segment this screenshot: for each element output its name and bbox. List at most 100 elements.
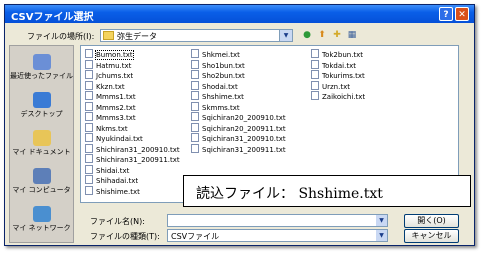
- file-name: Sqichiran31_200910.txt: [202, 135, 286, 143]
- file-item[interactable]: Tokdai.txt: [311, 59, 356, 70]
- place-desktop[interactable]: デスクトップ: [10, 92, 73, 119]
- file-item[interactable]: Mmms2.txt: [85, 101, 136, 112]
- text-file-icon: [85, 164, 93, 174]
- file-item[interactable]: Shodai.txt: [191, 80, 238, 91]
- file-item[interactable]: Kkzn.txt: [85, 80, 125, 91]
- help-button[interactable]: ?: [439, 7, 453, 21]
- file-item[interactable]: Nkms.txt: [85, 122, 128, 133]
- chevron-down-icon[interactable]: ▼: [376, 215, 387, 226]
- text-file-icon: [311, 80, 319, 90]
- file-item[interactable]: Tokurims.txt: [311, 70, 365, 80]
- file-name: Sho1bun.txt: [202, 61, 245, 70]
- file-item[interactable]: Shkmei.txt: [191, 49, 240, 59]
- file-name: Tokdai.txt: [322, 61, 356, 70]
- place-recent[interactable]: 最近使ったファイル: [10, 54, 73, 81]
- close-button[interactable]: ✕: [455, 7, 469, 21]
- file-name: Urzn.txt: [322, 82, 350, 91]
- file-name: Sqichiran20_200911.txt: [202, 124, 286, 133]
- text-file-icon: [191, 122, 199, 132]
- filetype-select[interactable]: CSVファイル ▼: [167, 229, 388, 242]
- file-item[interactable]: Sqichiran31_200911.txt: [191, 143, 286, 154]
- text-file-icon: [85, 133, 93, 142]
- file-name: Skmms.txt: [202, 103, 240, 112]
- file-item[interactable]: Sho1bun.txt: [191, 59, 245, 70]
- cancel-button[interactable]: キャンセル: [404, 229, 459, 243]
- file-name: Shichiran31_200910.txt: [96, 145, 180, 154]
- file-item[interactable]: Urzn.txt: [311, 80, 350, 91]
- text-file-icon: [191, 133, 199, 142]
- text-file-icon: [311, 91, 319, 100]
- file-item[interactable]: Nyukindai.txt: [85, 133, 143, 143]
- text-file-icon: [191, 91, 199, 100]
- file-name: Mmms3.txt: [96, 114, 136, 122]
- file-name: Shishime.txt: [96, 187, 140, 196]
- text-file-icon: [191, 80, 199, 90]
- back-icon[interactable]: ●: [301, 29, 313, 41]
- text-file-icon: [85, 175, 93, 184]
- up-folder-icon[interactable]: ⬆: [316, 29, 328, 41]
- file-name: Shshime.txt: [202, 93, 244, 101]
- place-my-documents[interactable]: マイ ドキュメント: [10, 130, 73, 157]
- place-label: マイ コンピュータ: [12, 186, 71, 194]
- file-item[interactable]: Bumon.txt: [85, 49, 134, 60]
- file-item[interactable]: Shihadai.txt: [85, 175, 139, 185]
- file-item[interactable]: Shshime.txt: [191, 91, 244, 101]
- place-label: マイ ドキュメント: [12, 148, 71, 156]
- file-item[interactable]: Mmms1.txt: [85, 91, 136, 101]
- chevron-down-icon[interactable]: ▼: [279, 30, 292, 41]
- place-my-network[interactable]: マイ ネットワーク: [10, 206, 73, 233]
- file-item[interactable]: Zaikoichi.txt: [311, 91, 366, 101]
- file-name: Bumon.txt: [95, 50, 134, 60]
- text-file-icon: [85, 80, 93, 90]
- file-item[interactable]: Hatmu.txt: [85, 59, 131, 70]
- file-name: Shihadai.txt: [96, 177, 139, 185]
- text-file-icon: [191, 112, 199, 121]
- csv-file-dialog: CSVファイル選択 ? ✕ ファイルの場所(I): 弥生データ ▼ ● ⬆ ✚ …: [4, 4, 475, 246]
- file-item[interactable]: Sqichiran20_200910.txt: [191, 112, 286, 122]
- text-file-icon: [85, 112, 93, 121]
- title-bar[interactable]: CSVファイル選択 ? ✕: [5, 5, 474, 23]
- file-item[interactable]: Mmms3.txt: [85, 112, 136, 122]
- location-label: ファイルの場所(I):: [27, 32, 95, 41]
- file-item[interactable]: Jchums.txt: [85, 70, 133, 80]
- text-file-icon: [311, 59, 319, 69]
- new-folder-icon[interactable]: ✚: [331, 29, 343, 41]
- text-file-icon: [191, 49, 199, 58]
- places-bar: 最近使ったファイル デスクトップ マイ ドキュメント マイ コンピュータ マイ …: [9, 45, 74, 243]
- text-file-icon: [191, 59, 199, 69]
- file-name: Shichiran31_200911.txt: [96, 156, 180, 164]
- location-value: 弥生データ: [117, 32, 157, 41]
- place-label: デスクトップ: [20, 110, 63, 118]
- file-item[interactable]: Sqichiran20_200911.txt: [191, 122, 286, 133]
- view-menu-icon[interactable]: ▦: [346, 29, 358, 41]
- file-item[interactable]: Shichiran31_200910.txt: [85, 143, 180, 154]
- dialog-title: CSVファイル選択: [11, 12, 94, 23]
- my-network-icon: [32, 206, 51, 222]
- file-name: Zaikoichi.txt: [322, 93, 366, 101]
- place-my-computer[interactable]: マイ コンピュータ: [10, 168, 73, 195]
- file-name: Mmms1.txt: [96, 93, 136, 101]
- text-file-icon: [85, 91, 93, 100]
- place-label: マイ ネットワーク: [12, 224, 71, 232]
- chevron-down-icon[interactable]: ▼: [376, 230, 387, 241]
- file-item[interactable]: Skmms.txt: [191, 101, 240, 112]
- file-item[interactable]: Shidai.txt: [85, 164, 129, 175]
- file-name: Mmms2.txt: [96, 103, 136, 112]
- file-item[interactable]: Tok2bun.txt: [311, 49, 363, 59]
- filename-label: ファイル名(N):: [90, 217, 145, 226]
- file-item[interactable]: Shichiran31_200911.txt: [85, 154, 180, 164]
- text-file-icon: [85, 143, 93, 153]
- folder-icon: [103, 31, 114, 40]
- location-combo[interactable]: 弥生データ ▼: [100, 29, 293, 42]
- file-item[interactable]: Sho2bun.txt: [191, 70, 245, 80]
- my-documents-icon: [32, 130, 51, 146]
- text-file-icon: [191, 101, 199, 111]
- file-item[interactable]: Shishime.txt: [85, 185, 140, 196]
- file-name: Shodai.txt: [202, 82, 238, 91]
- text-file-icon: [85, 49, 93, 58]
- open-button[interactable]: 開く(O): [404, 214, 459, 228]
- file-name: Sqichiran20_200910.txt: [202, 114, 286, 122]
- callout-text: 読込ファイル： Shshime.txt: [196, 186, 383, 202]
- file-item[interactable]: Sqichiran31_200910.txt: [191, 133, 286, 143]
- filename-input[interactable]: ▼: [167, 214, 388, 227]
